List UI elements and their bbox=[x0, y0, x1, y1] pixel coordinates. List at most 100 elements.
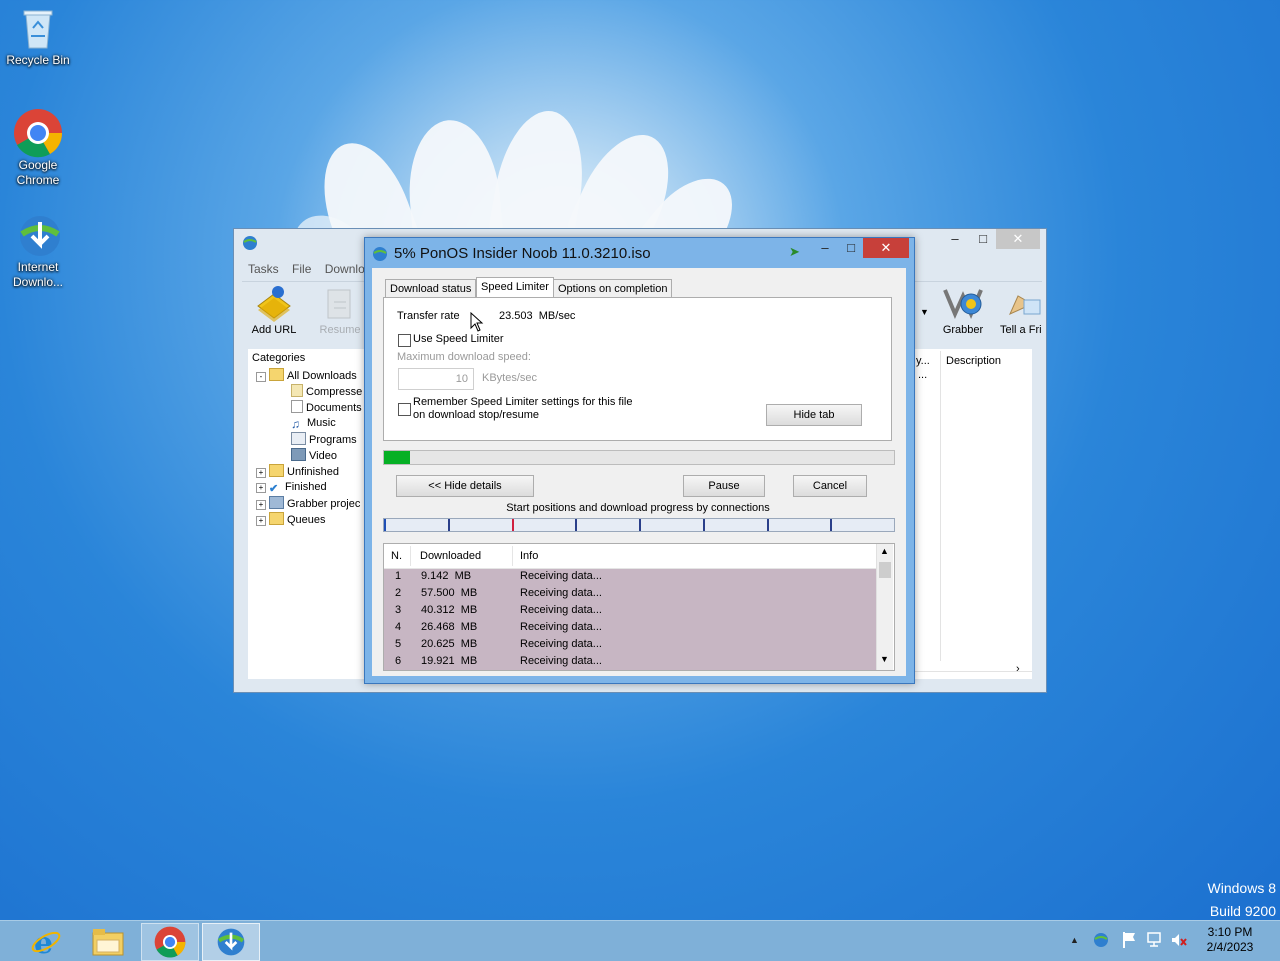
main-close-button[interactable]: ✕ bbox=[996, 229, 1040, 249]
ie-icon: e bbox=[30, 926, 62, 961]
download-progress-fill bbox=[384, 451, 410, 464]
folder-arrow-icon bbox=[269, 464, 284, 477]
desktop-icon-recycle-bin[interactable]: Recycle Bin bbox=[0, 6, 76, 68]
scroll-down-icon[interactable]: ▼ bbox=[880, 654, 889, 664]
folder-open-icon bbox=[269, 368, 284, 381]
menu-tasks[interactable]: Tasks bbox=[248, 262, 279, 276]
network-icon[interactable] bbox=[1146, 931, 1164, 952]
connection-start-marker bbox=[766, 519, 769, 531]
clock[interactable]: 3:10 PM 2/4/2023 bbox=[1200, 925, 1260, 955]
hide-tab-button[interactable]: Hide tab bbox=[766, 404, 862, 426]
toolbar-more-arrow-icon[interactable]: ▼ bbox=[920, 307, 929, 317]
grabber-icon bbox=[941, 284, 985, 324]
taskbar-idm-button[interactable] bbox=[202, 923, 260, 961]
main-minimize-button[interactable]: – bbox=[941, 229, 969, 249]
column-header-partial[interactable]: y... bbox=[916, 355, 930, 367]
expand-icon[interactable]: + bbox=[256, 516, 266, 526]
taskbar-ie-button[interactable]: e bbox=[18, 923, 74, 961]
tree-label: Queues bbox=[287, 514, 326, 526]
collapse-icon[interactable]: - bbox=[256, 372, 266, 382]
table-scrollbar[interactable]: ▲ ▼ bbox=[876, 544, 893, 670]
cancel-button[interactable]: Cancel bbox=[793, 475, 867, 497]
remember-settings-label[interactable]: Remember Speed Limiter settings for this… bbox=[413, 396, 632, 422]
taskbar-file-explorer-button[interactable] bbox=[80, 923, 136, 959]
tree-item-queues[interactable]: + Queues bbox=[256, 512, 326, 527]
table-row[interactable]: 5 20.625 MB Receiving data... bbox=[385, 636, 876, 653]
desktop-icon-label: Google Chrome bbox=[0, 158, 76, 188]
resume-button[interactable]: Resume bbox=[312, 284, 368, 342]
add-url-label: Add URL bbox=[251, 324, 297, 336]
add-url-button[interactable]: Add URL bbox=[246, 284, 302, 342]
use-speed-limiter-label[interactable]: Use Speed Limiter bbox=[413, 333, 504, 345]
row-n: 6 bbox=[395, 655, 402, 667]
pause-button[interactable]: Pause bbox=[683, 475, 765, 497]
max-speed-value: 10 bbox=[455, 373, 468, 385]
table-row[interactable]: 3 40.312 MB Receiving data... bbox=[385, 602, 876, 619]
document-icon bbox=[291, 400, 303, 413]
show-hidden-icon[interactable]: ▲ bbox=[1070, 935, 1079, 945]
dialog-maximize-button[interactable]: □ bbox=[837, 238, 865, 258]
tree-item-unfinished[interactable]: + Unfinished bbox=[256, 464, 339, 479]
expand-icon[interactable]: + bbox=[256, 468, 266, 478]
recycle-bin-icon bbox=[16, 6, 60, 50]
volume-muted-icon[interactable] bbox=[1170, 931, 1188, 952]
chrome-icon bbox=[154, 926, 186, 961]
connection-start-marker bbox=[639, 519, 641, 531]
table-row[interactable]: 4 26.468 MB Receiving data... bbox=[385, 619, 876, 636]
tree-item-programs[interactable]: Programs bbox=[291, 432, 357, 447]
tree-item-grabber-projects[interactable]: + Grabber projec bbox=[256, 496, 360, 511]
table-row[interactable]: 1 9.142 MB Receiving data... bbox=[385, 568, 876, 585]
minimize-to-tray-icon[interactable]: ➤ bbox=[789, 244, 800, 260]
tree-label: Documents bbox=[306, 402, 362, 414]
add-url-icon bbox=[252, 284, 296, 324]
column-header-n[interactable]: N. bbox=[391, 550, 402, 562]
tab-download-status[interactable]: Download status bbox=[385, 279, 477, 299]
connection-start-marker bbox=[384, 519, 386, 531]
tree-item-finished[interactable]: + ✔ Finished bbox=[256, 480, 327, 495]
row-n: 1 bbox=[395, 570, 402, 582]
use-speed-limiter-checkbox[interactable] bbox=[398, 334, 411, 347]
row-info: Receiving data... bbox=[520, 655, 602, 667]
tree-item-music[interactable]: ♫ Music bbox=[291, 416, 336, 431]
menu-file[interactable]: File bbox=[292, 262, 311, 276]
scroll-right-icon[interactable]: › bbox=[1016, 663, 1020, 675]
downloads-list[interactable]: y... Description ... › bbox=[914, 349, 1032, 679]
tree-item-compressed[interactable]: Compresse bbox=[291, 384, 362, 399]
tree-item-all-downloads[interactable]: - All Downloads bbox=[256, 368, 357, 383]
row-downloaded: 26.468 MB bbox=[421, 621, 478, 633]
scroll-thumb[interactable] bbox=[879, 562, 891, 578]
taskbar-chrome-button[interactable] bbox=[141, 923, 199, 961]
column-header-description[interactable]: Description bbox=[946, 355, 1001, 367]
main-maximize-button[interactable]: □ bbox=[969, 229, 997, 249]
hide-details-button[interactable]: << Hide details bbox=[396, 475, 534, 497]
grabber-folder-icon bbox=[269, 496, 284, 509]
dialog-minimize-button[interactable]: – bbox=[811, 238, 839, 258]
tree-item-documents[interactable]: Documents bbox=[291, 400, 362, 415]
tree-item-video[interactable]: Video bbox=[291, 448, 337, 463]
remember-settings-checkbox[interactable] bbox=[398, 403, 411, 416]
taskbar: e ▲ 3:10 PM 2/4/2023 bbox=[0, 920, 1280, 961]
tell-a-friend-button[interactable]: Tell a Fri bbox=[996, 284, 1044, 342]
column-header-downloaded[interactable]: Downloaded bbox=[420, 550, 481, 562]
table-row[interactable]: 6 19.921 MB Receiving data... bbox=[385, 653, 876, 670]
scroll-up-icon[interactable]: ▲ bbox=[880, 546, 889, 556]
music-icon: ♫ bbox=[291, 417, 300, 431]
max-speed-input[interactable]: 10 bbox=[398, 368, 474, 390]
idm-tray-icon[interactable] bbox=[1093, 932, 1109, 951]
desktop-icon-label: Recycle Bin bbox=[6, 53, 70, 67]
max-speed-label: Maximum download speed: bbox=[397, 351, 531, 363]
menu-downloads[interactable]: Downlo bbox=[325, 262, 365, 276]
desktop-icon-idm[interactable]: Internet Downlo... bbox=[0, 212, 76, 290]
windows-watermark: Windows 8 Build 9200 bbox=[1190, 877, 1276, 923]
dialog-close-button[interactable]: ✕ bbox=[863, 238, 909, 258]
table-row[interactable]: 2 57.500 MB Receiving data... bbox=[385, 585, 876, 602]
expand-icon[interactable]: + bbox=[256, 483, 266, 493]
transfer-rate-label: Transfer rate bbox=[397, 310, 460, 322]
desktop-icon-chrome[interactable]: Google Chrome bbox=[0, 108, 76, 188]
expand-icon[interactable]: + bbox=[256, 500, 266, 510]
column-header-info[interactable]: Info bbox=[520, 550, 538, 562]
tab-options-on-completion[interactable]: Options on completion bbox=[553, 279, 673, 299]
resume-icon bbox=[320, 284, 360, 324]
flag-icon[interactable] bbox=[1122, 931, 1138, 952]
grabber-button[interactable]: Grabber bbox=[934, 284, 992, 342]
